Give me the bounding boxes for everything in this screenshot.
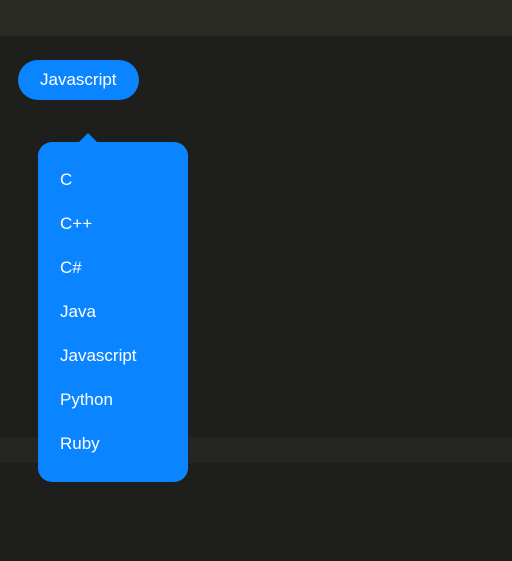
editor-area: Javascript lo() { Hello world!'); hello(… xyxy=(0,36,512,100)
dropdown-item-csharp[interactable]: C# xyxy=(38,246,188,290)
language-selector-button[interactable]: Javascript xyxy=(18,60,139,100)
dropdown-item-ruby[interactable]: Ruby xyxy=(38,422,188,466)
dropdown-item-python[interactable]: Python xyxy=(38,378,188,422)
window-top-bar xyxy=(0,0,512,36)
language-dropdown: C C++ C# Java Javascript Python Ruby xyxy=(38,142,188,482)
dropdown-item-java[interactable]: Java xyxy=(38,290,188,334)
dropdown-item-c[interactable]: C xyxy=(38,158,188,202)
dropdown-item-cpp[interactable]: C++ xyxy=(38,202,188,246)
dropdown-item-javascript[interactable]: Javascript xyxy=(38,334,188,378)
